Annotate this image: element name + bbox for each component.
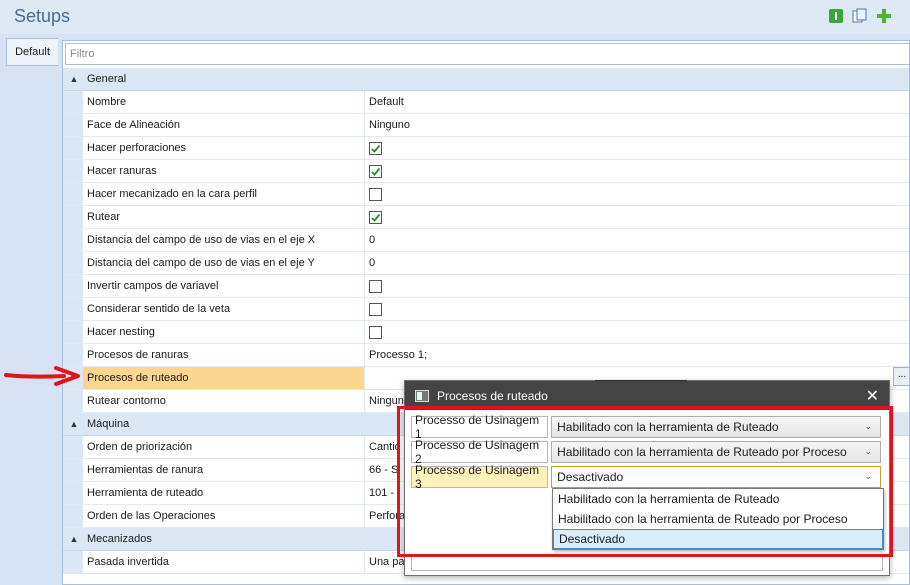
checkbox-checked[interactable] bbox=[369, 210, 382, 224]
property-row[interactable]: Hacer nesting bbox=[63, 321, 909, 344]
property-name: Rutear bbox=[83, 206, 365, 228]
property-value[interactable] bbox=[365, 183, 909, 205]
property-row[interactable]: Invertir campos de variavel bbox=[63, 275, 909, 298]
property-name: Procesos de ranuras bbox=[83, 344, 365, 366]
row-gutter bbox=[63, 114, 83, 136]
property-row[interactable]: Distancia del campo de uso de vias en el… bbox=[63, 252, 909, 275]
row-gutter bbox=[63, 482, 83, 504]
property-value[interactable]: Default bbox=[365, 91, 909, 113]
dialog-title: Procesos de ruteado bbox=[437, 388, 548, 403]
row-gutter bbox=[63, 160, 83, 182]
property-row[interactable]: Procesos de ranuras Processo 1; bbox=[63, 344, 909, 367]
property-row[interactable]: Nombre Default bbox=[63, 91, 909, 114]
row-gutter bbox=[63, 252, 83, 274]
row-gutter bbox=[63, 91, 83, 113]
property-name: Herramienta de ruteado bbox=[83, 482, 365, 504]
property-name: Orden de priorización bbox=[83, 436, 365, 458]
dialog-footer bbox=[411, 555, 883, 571]
row-gutter bbox=[63, 206, 83, 228]
property-name: Hacer mecanizado en la cara perfil bbox=[83, 183, 365, 205]
category-label: Mecanizados bbox=[87, 533, 152, 545]
property-value[interactable] bbox=[365, 321, 909, 343]
property-value[interactable] bbox=[365, 137, 909, 159]
add-icon[interactable] bbox=[876, 8, 892, 24]
property-row[interactable]: Considerar sentido de la veta bbox=[63, 298, 909, 321]
property-name: Orden de las Operaciones bbox=[83, 505, 365, 527]
row-gutter bbox=[63, 390, 83, 412]
property-value-text: Processo 1; bbox=[369, 349, 428, 361]
property-value[interactable]: 0 bbox=[365, 229, 909, 251]
property-row[interactable]: Face de Alineación Ninguno bbox=[63, 114, 909, 137]
property-value[interactable] bbox=[365, 160, 909, 182]
property-value-text: Default bbox=[369, 96, 404, 108]
chevron-up-icon[interactable]: ▲ bbox=[63, 419, 85, 429]
row-gutter bbox=[63, 298, 83, 320]
property-row[interactable]: Hacer perforaciones bbox=[63, 137, 909, 160]
copy-icon[interactable] bbox=[852, 8, 868, 24]
red-arrow-annotation bbox=[4, 365, 82, 390]
property-value[interactable] bbox=[365, 298, 909, 320]
property-value-text: Ninguno bbox=[369, 119, 410, 131]
row-gutter bbox=[63, 137, 83, 159]
property-name: Hacer perforaciones bbox=[83, 137, 365, 159]
property-value-text: Una pa bbox=[369, 556, 405, 568]
property-name: Hacer nesting bbox=[83, 321, 365, 343]
setups-window: Setups Default Filtro ▲ General Nombre De… bbox=[0, 0, 910, 585]
row-gutter bbox=[63, 275, 83, 297]
property-value[interactable] bbox=[365, 206, 909, 228]
category-label: Máquina bbox=[87, 418, 130, 430]
property-name: Face de Alineación bbox=[83, 114, 365, 136]
checkbox-unchecked[interactable] bbox=[369, 325, 382, 339]
property-value-text: 0 bbox=[369, 257, 376, 269]
property-name: Pasada invertida bbox=[83, 551, 365, 573]
chevron-up-icon[interactable]: ▲ bbox=[63, 534, 85, 544]
property-row[interactable]: Rutear bbox=[63, 206, 909, 229]
app-title: Setups bbox=[14, 6, 71, 26]
property-value[interactable] bbox=[365, 275, 909, 297]
row-gutter bbox=[63, 229, 83, 251]
property-value-text: 0 bbox=[369, 234, 376, 246]
row-gutter bbox=[63, 344, 83, 366]
row-gutter bbox=[63, 183, 83, 205]
property-row[interactable]: Hacer ranuras bbox=[63, 160, 909, 183]
property-name: Rutear contorno bbox=[83, 390, 365, 412]
row-gutter bbox=[63, 436, 83, 458]
category-label: General bbox=[87, 73, 127, 85]
checkbox-checked[interactable] bbox=[369, 164, 382, 178]
property-value-text: 66 - S bbox=[369, 464, 399, 476]
tab-default[interactable]: Default bbox=[6, 38, 58, 66]
row-gutter bbox=[63, 551, 83, 573]
property-row[interactable]: Hacer mecanizado en la cara perfil bbox=[63, 183, 909, 206]
property-row[interactable]: Distancia del campo de uso de vias en el… bbox=[63, 229, 909, 252]
close-icon[interactable]: ✕ bbox=[866, 386, 879, 406]
property-name: Distancia del campo de uso de vias en el… bbox=[83, 229, 365, 251]
row-gutter bbox=[63, 321, 83, 343]
property-value[interactable]: Ninguno bbox=[365, 114, 909, 136]
category-general[interactable]: ▲ General bbox=[63, 68, 909, 91]
property-name: Procesos de ruteado bbox=[83, 367, 365, 389]
property-name: Herramientas de ranura bbox=[83, 459, 365, 481]
window-icon bbox=[415, 389, 429, 402]
red-highlight-annotation bbox=[397, 406, 893, 557]
property-name: Considerar sentido de la veta bbox=[83, 298, 365, 320]
property-name: Distancia del campo de uso de vias en el… bbox=[83, 252, 365, 274]
checkbox-checked[interactable] bbox=[369, 141, 382, 155]
info-icon[interactable] bbox=[828, 8, 844, 24]
filter-input[interactable]: Filtro bbox=[65, 43, 909, 65]
checkbox-unchecked[interactable] bbox=[369, 187, 382, 201]
property-value[interactable]: Processo 1; bbox=[365, 344, 909, 366]
chevron-up-icon[interactable]: ▲ bbox=[63, 74, 85, 84]
ellipsis-button[interactable]: ... bbox=[893, 367, 909, 386]
property-name: Hacer ranuras bbox=[83, 160, 365, 182]
checkbox-unchecked[interactable] bbox=[369, 302, 382, 316]
property-value-text: 101 - bbox=[369, 487, 395, 499]
row-gutter bbox=[63, 505, 83, 527]
title-bar: Setups bbox=[0, 0, 910, 34]
property-name: Invertir campos de variavel bbox=[83, 275, 365, 297]
row-gutter bbox=[63, 459, 83, 481]
toolbar bbox=[828, 8, 892, 24]
checkbox-unchecked[interactable] bbox=[369, 279, 382, 293]
property-name: Nombre bbox=[83, 91, 365, 113]
property-value[interactable]: 0 bbox=[365, 252, 909, 274]
